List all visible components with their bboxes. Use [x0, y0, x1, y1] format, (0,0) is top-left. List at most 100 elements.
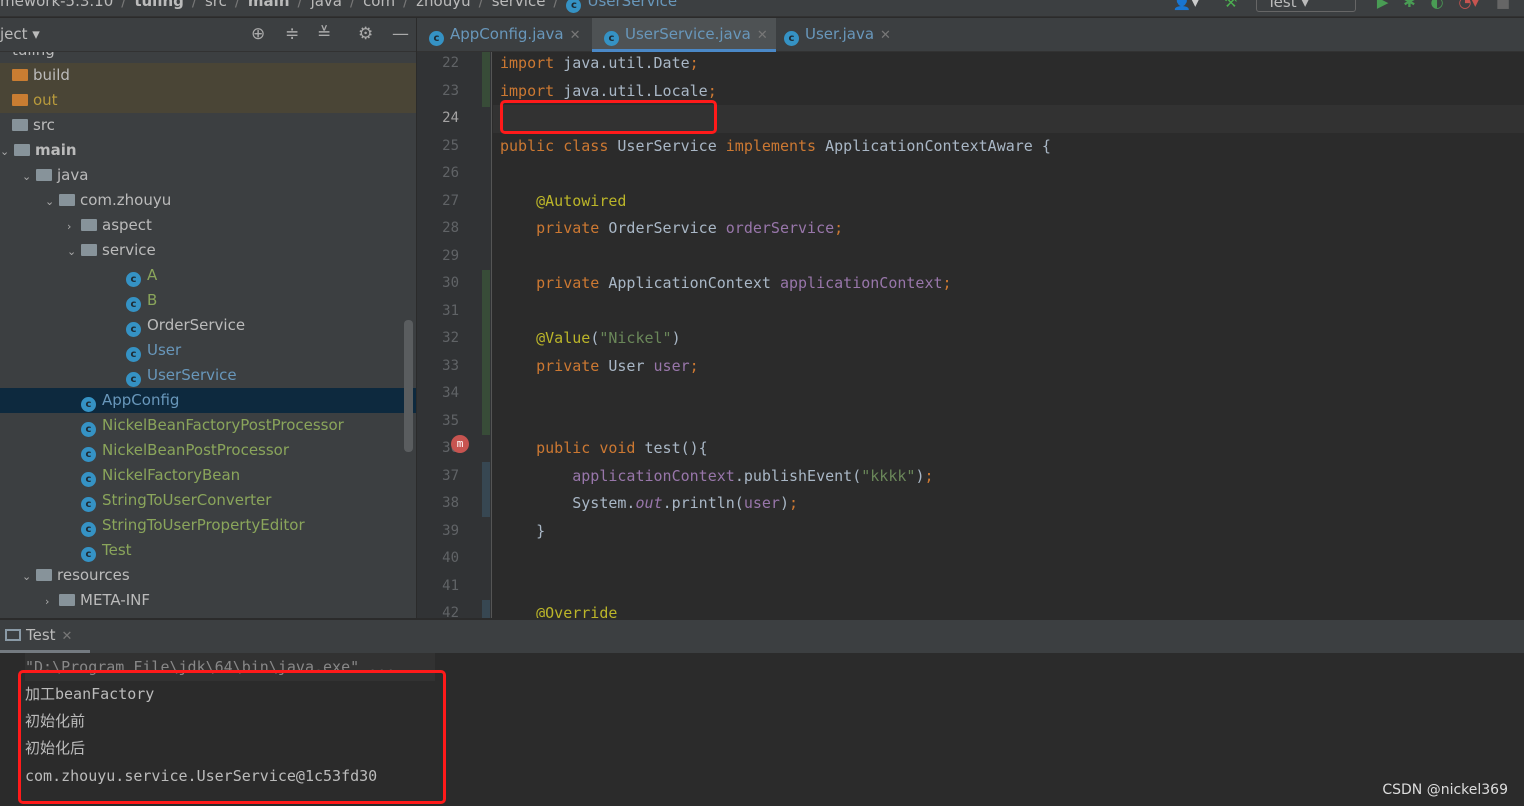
chevron-down-icon[interactable]: ⌄ [67, 239, 81, 264]
tree-item[interactable]: › aspect [0, 213, 416, 238]
user-icon[interactable]: 👤▾ [1173, 0, 1199, 11]
tree-item[interactable]: c NickelBeanPostProcessor [0, 438, 416, 463]
coverage-icon[interactable]: ◐ [1431, 0, 1444, 11]
breadcrumb-item[interactable]: tuling [134, 0, 184, 10]
tree-item[interactable]: ⌄ com.zhouyu [0, 188, 416, 213]
chevron-down-icon[interactable]: ⌄ [22, 564, 36, 589]
code-editor[interactable]: 22 23 24 25 26 27 28 29 30 31 32 33 34 35 36 37 38 39 40 41… [417, 52, 1524, 618]
close-tab-icon[interactable]: ✕ [570, 28, 581, 43]
line-number: 28 [442, 220, 459, 236]
breadcrumb-item[interactable]: service [492, 0, 546, 10]
tree-item[interactable]: cB [0, 288, 416, 313]
class-icon: c [126, 322, 141, 337]
tree-item[interactable]: › META-INF [0, 588, 416, 613]
expand-all-icon[interactable]: ≑ [285, 24, 299, 44]
debug-icon[interactable]: ✱ [1403, 0, 1416, 11]
tree-scrollbar[interactable] [404, 320, 413, 452]
gear-icon[interactable]: ⚙ [358, 24, 373, 44]
tree-item[interactable]: ⌄ service [0, 238, 416, 263]
folder-icon [36, 569, 52, 581]
class-icon: c [81, 547, 96, 562]
close-tab-icon[interactable]: ✕ [880, 28, 891, 43]
breadcrumb-item[interactable]: zhouyu [416, 0, 470, 10]
line-number: 34 [442, 385, 459, 401]
tab-user-java[interactable]: c User.java ✕ [772, 18, 899, 52]
code-line[interactable]: public void test(){ [500, 435, 708, 463]
chevron-right-icon[interactable]: › [67, 214, 81, 239]
tree-item[interactable]: ⌄ resources [0, 563, 416, 588]
class-icon: c [81, 397, 96, 412]
tree-item[interactable]: build [0, 63, 416, 88]
run-config-select[interactable]: Test ▾ [1256, 0, 1357, 12]
code-line[interactable]: applicationContext.publishEvent("kkkk"); [500, 463, 933, 491]
tree-item[interactable]: c Test [0, 538, 416, 563]
package-icon [59, 194, 75, 206]
chevron-down-icon[interactable]: ⌄ [45, 189, 59, 214]
close-icon[interactable]: ✕ [62, 629, 73, 644]
code-line[interactable]: private ApplicationContext applicationCo… [500, 270, 951, 298]
tree-item[interactable]: c AppConfig [0, 388, 416, 413]
close-tab-icon[interactable]: ✕ [757, 28, 768, 43]
code-line[interactable]: System.out.println(user); [500, 490, 798, 518]
line-number: 37 [442, 467, 459, 484]
breadcrumb-item[interactable]: c UserService [566, 0, 677, 13]
chevron-down-icon[interactable]: ⌄ [22, 164, 36, 189]
code-line[interactable]: } [500, 518, 545, 546]
profile-icon[interactable]: ◔▾ [1458, 0, 1479, 11]
run-icon[interactable]: ▶ [1377, 0, 1389, 11]
breadcrumb-item[interactable]: src [205, 0, 227, 10]
breadcrumb-separator: / [403, 0, 409, 10]
class-icon: c [126, 347, 141, 362]
tree-item[interactable]: c StringToUserConverter [0, 488, 416, 513]
code-line[interactable]: @Override [500, 600, 617, 618]
line-number: 29 [442, 247, 459, 264]
tab-test-run[interactable]: Test ✕ [0, 620, 90, 653]
breadcrumb-bar: mework-5.3.10 / tuling / src / main / java / com / z… [0, 0, 1524, 17]
override-marker-icon[interactable]: m [451, 435, 469, 453]
minimize-icon[interactable]: — [392, 24, 409, 44]
code-line[interactable]: public class UserService implements Appl… [500, 133, 1051, 161]
code-line[interactable]: @Autowired [500, 188, 626, 216]
tab-userservice-java[interactable]: c UserService.java ✕ [592, 18, 776, 52]
code-line[interactable]: @Value("Nickel") [500, 325, 681, 353]
tree-item[interactable]: cA [0, 263, 416, 288]
class-icon: c [81, 522, 96, 537]
tree-item[interactable]: c OrderService [0, 313, 416, 338]
stop-icon[interactable]: ■ [1496, 0, 1510, 11]
package-icon [81, 219, 97, 231]
tree-item[interactable]: ⌄ main [0, 138, 416, 163]
tree-item[interactable]: c UserService [0, 363, 416, 388]
tree-item[interactable]: out [0, 88, 416, 113]
line-number: 39 [442, 522, 459, 539]
tree-item[interactable]: c NickelFactoryBean [0, 463, 416, 488]
project-view-select[interactable]: ject ▾ [0, 25, 40, 43]
folder-icon [36, 169, 52, 181]
tree-item[interactable]: c NickelBeanFactoryPostProcessor [0, 413, 416, 438]
tree-item[interactable]: c StringToUserPropertyEditor [0, 513, 416, 538]
line-number: 27 [442, 192, 459, 209]
breadcrumb-item[interactable]: java [311, 0, 342, 10]
class-icon: c [126, 372, 141, 387]
class-icon: c [126, 297, 141, 312]
change-marker [482, 52, 490, 107]
chevron-right-icon[interactable]: › [45, 589, 59, 614]
breadcrumb-item[interactable]: mework-5.3.10 [0, 0, 113, 10]
tree-item[interactable]: c User [0, 338, 416, 363]
line-number: 32 [442, 330, 459, 346]
breadcrumb-item[interactable]: com [363, 0, 395, 10]
code-line[interactable]: private OrderService orderService; [500, 215, 843, 243]
console-icon [5, 629, 21, 641]
breadcrumb-item[interactable]: main [248, 0, 290, 10]
highlight-box [500, 100, 717, 134]
line-number: 41 [442, 577, 459, 594]
tree-item[interactable]: src [0, 113, 416, 138]
build-hammer-icon[interactable]: ⚒ [1224, 0, 1237, 11]
tab-appconfig-java[interactable]: c AppConfig.java ✕ [417, 18, 589, 52]
code-line[interactable]: private User user; [500, 353, 699, 381]
tree-item[interactable]: tuling [0, 52, 416, 63]
locate-icon[interactable]: ⊕ [251, 24, 265, 44]
tree-item[interactable]: ⌄ java [0, 163, 416, 188]
collapse-all-icon[interactable]: ≚ [317, 24, 331, 44]
chevron-down-icon[interactable]: ⌄ [0, 139, 14, 164]
code-line[interactable]: import java.util.Date; [500, 52, 699, 78]
